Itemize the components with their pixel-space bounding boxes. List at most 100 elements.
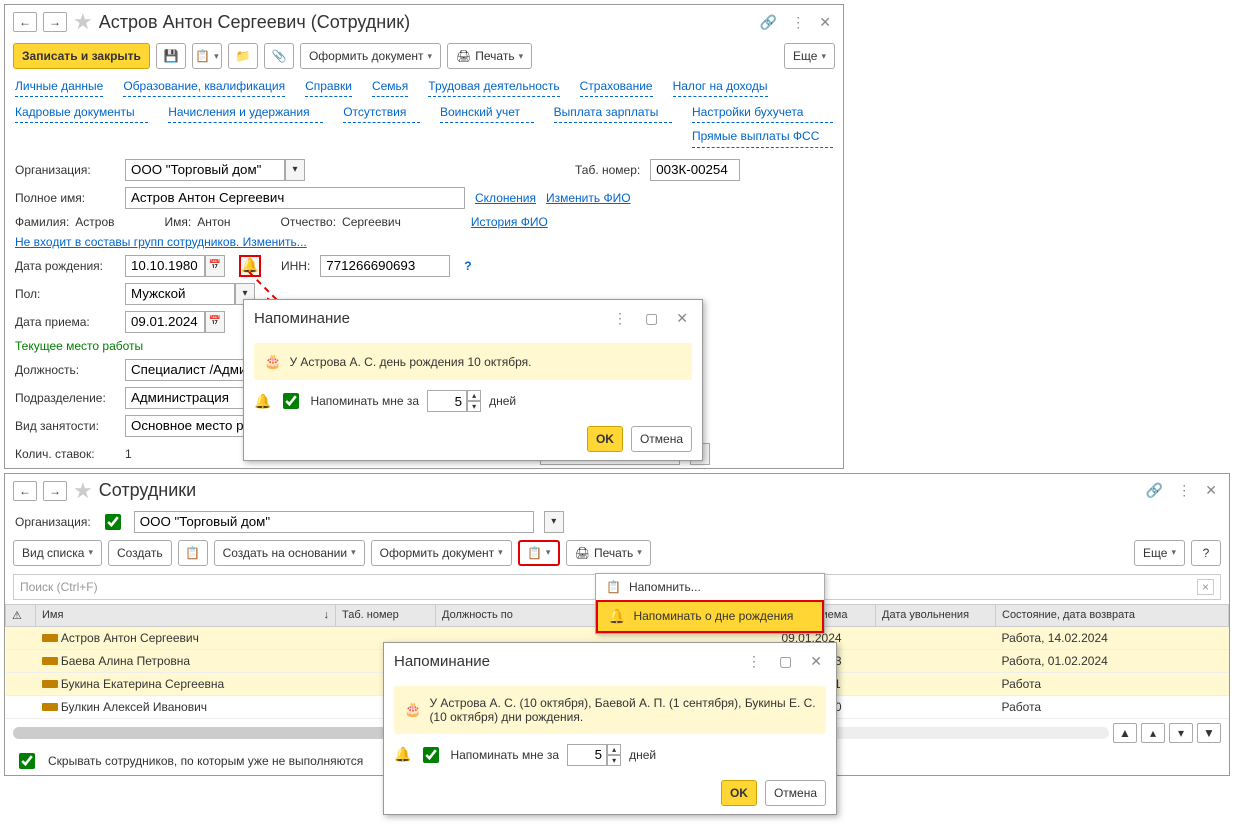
folder-icon[interactable]: 📁 <box>228 43 258 69</box>
cancel-button[interactable]: Отмена <box>765 780 826 806</box>
more-menu-icon[interactable]: ⋮ <box>787 12 809 33</box>
more-button[interactable]: Еще <box>1134 540 1185 566</box>
hide-checkbox[interactable] <box>19 753 35 769</box>
print-button[interactable]: 🖨 Печать <box>566 540 651 566</box>
close-icon[interactable]: ✕ <box>1201 480 1221 501</box>
back-button[interactable]: ← <box>13 481 37 501</box>
reminder-split-button[interactable]: 📋 <box>518 540 560 566</box>
view-button[interactable]: Вид списка <box>13 540 102 566</box>
tabno-label: Таб. номер: <box>575 163 640 177</box>
maximize-icon[interactable]: ▢ <box>641 308 662 329</box>
favorite-icon[interactable]: ★ <box>73 478 93 504</box>
print-button[interactable]: 🖨 Печать <box>447 43 532 69</box>
calendar-icon[interactable]: 📅 <box>205 311 225 333</box>
save-icon[interactable]: 💾 <box>156 43 186 69</box>
days-input[interactable] <box>567 744 607 766</box>
tab-insurance[interactable]: Страхование <box>580 77 653 97</box>
remind-split-button[interactable]: 📋 <box>192 43 222 69</box>
history-fio-link[interactable]: История ФИО <box>471 215 548 229</box>
declensions-link[interactable]: Склонения <box>475 191 536 205</box>
favorite-icon[interactable]: ★ <box>73 9 93 35</box>
copy-icon[interactable]: 📋 <box>178 540 208 566</box>
inn-input[interactable] <box>320 255 450 277</box>
popup-title: Напоминание <box>254 310 350 327</box>
remind-checkbox[interactable] <box>423 747 439 763</box>
tab-education[interactable]: Образование, квалификация <box>123 77 285 97</box>
scroll-top-icon[interactable]: ▲ <box>1113 723 1137 743</box>
dob-input[interactable] <box>125 255 205 277</box>
more-menu-icon[interactable]: ⋮ <box>1173 480 1195 501</box>
spin-up-icon[interactable]: ▴ <box>467 390 481 401</box>
close-icon[interactable]: ✕ <box>815 12 835 33</box>
org-checkbox[interactable] <box>105 514 121 530</box>
cancel-button[interactable]: Отмена <box>631 426 692 452</box>
help-icon[interactable]: ? <box>464 259 471 273</box>
groups-link[interactable]: Не входит в составы групп сотрудников. И… <box>15 235 307 249</box>
link-absences[interactable]: Отсутствия <box>343 103 420 123</box>
back-button[interactable]: ← <box>13 12 37 32</box>
tab-family[interactable]: Семья <box>372 77 408 97</box>
col-tab[interactable]: Таб. номер <box>336 604 436 626</box>
cake-icon <box>404 701 421 718</box>
col-name[interactable]: Имя ↓ <box>36 604 336 626</box>
col-state[interactable]: Состояние, дата возврата <box>996 604 1229 626</box>
clear-search-icon[interactable]: × <box>1197 579 1214 595</box>
close-icon[interactable]: ✕ <box>806 651 826 672</box>
fullname-input[interactable] <box>125 187 465 209</box>
org-select[interactable] <box>134 511 534 533</box>
link-hr-docs[interactable]: Кадровые документы <box>15 103 148 123</box>
scroll-down-icon[interactable]: ▾ <box>1169 723 1193 743</box>
hire-date-input[interactable] <box>125 311 205 333</box>
ok-button[interactable]: OK <box>587 426 623 452</box>
dropdown-icon[interactable]: ▾ <box>544 511 564 533</box>
change-fio-link[interactable]: Изменить ФИО <box>546 191 631 205</box>
calendar-icon[interactable]: 📅 <box>205 255 225 277</box>
link-accounting[interactable]: Настройки бухучета <box>692 103 833 123</box>
forward-button[interactable]: → <box>43 12 67 32</box>
scroll-up-icon[interactable]: ▴ <box>1141 723 1165 743</box>
create-button[interactable]: Создать <box>108 540 172 566</box>
birthday-reminder-item[interactable]: Напоминать о дне рождения <box>596 600 824 633</box>
link-icon[interactable]: 🔗 <box>1142 480 1167 501</box>
maximize-icon[interactable]: ▢ <box>775 651 796 672</box>
sex-select[interactable] <box>125 283 235 305</box>
create-document-button[interactable]: Оформить документ <box>300 43 441 69</box>
remind-item[interactable]: 📋 Напомнить... <box>596 574 824 600</box>
spin-down-icon[interactable]: ▾ <box>467 401 481 412</box>
link-accruals[interactable]: Начисления и удержания <box>168 103 323 123</box>
spin-down-icon[interactable]: ▾ <box>607 755 621 766</box>
search-input[interactable]: Поиск (Ctrl+F) <box>20 580 98 594</box>
save-close-button[interactable]: Записать и закрыть <box>13 43 150 69</box>
bell-icon <box>394 746 411 763</box>
col-fire[interactable]: Дата увольнения <box>876 604 996 626</box>
help-icon[interactable]: ? <box>1191 540 1221 566</box>
tab-personal[interactable]: Личные данные <box>15 77 103 97</box>
org-input[interactable] <box>125 159 285 181</box>
close-icon[interactable]: ✕ <box>672 308 692 329</box>
tabno-input[interactable] <box>650 159 740 181</box>
days-input[interactable] <box>427 390 467 412</box>
link-military[interactable]: Воинский учет <box>440 103 534 123</box>
more-icon[interactable]: ⋮ <box>609 308 631 329</box>
row-icon <box>42 703 58 711</box>
scroll-bottom-icon[interactable]: ▼ <box>1197 723 1221 743</box>
bell-icon <box>608 608 625 625</box>
row-icon <box>42 657 58 665</box>
tab-tax[interactable]: Налог на доходы <box>673 77 768 97</box>
more-icon[interactable]: ⋮ <box>743 651 765 672</box>
forward-button[interactable]: → <box>43 481 67 501</box>
more-button[interactable]: Еще <box>784 43 835 69</box>
select-icon[interactable]: ▾ <box>285 159 305 181</box>
ok-button[interactable]: OK <box>721 780 757 806</box>
col-warn[interactable]: ⚠ <box>6 604 36 626</box>
attach-icon[interactable]: 📎 <box>264 43 294 69</box>
spin-up-icon[interactable]: ▴ <box>607 744 621 755</box>
link-icon[interactable]: 🔗 <box>756 12 781 33</box>
tab-refs[interactable]: Справки <box>305 77 352 97</box>
tab-work[interactable]: Трудовая деятельность <box>428 77 559 97</box>
link-salary[interactable]: Выплата зарплаты <box>554 103 672 123</box>
link-fss[interactable]: Прямые выплаты ФСС <box>692 127 833 147</box>
create-basis-button[interactable]: Создать на основании <box>214 540 365 566</box>
create-document-button[interactable]: Оформить документ <box>371 540 512 566</box>
remind-checkbox[interactable] <box>283 393 299 409</box>
